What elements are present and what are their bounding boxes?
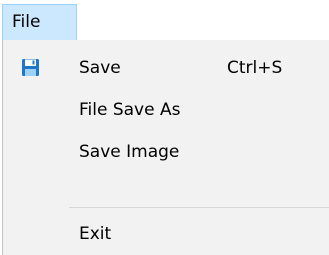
menu-item-save-image[interactable]: Save Image [3,131,329,173]
app-window: File Save Ctrl+S File Save As Save Image… [0,0,329,255]
menu-file[interactable]: File [2,4,77,40]
menu-item-exit[interactable]: Exit [3,213,329,255]
menu-separator [69,207,329,208]
menu-item-save-image-label: Save Image [79,142,180,162]
menu-item-save[interactable]: Save Ctrl+S [3,47,329,89]
menu-item-exit-label: Exit [79,224,112,244]
file-menu-dropdown: Save Ctrl+S File Save As Save Image Exit [2,40,329,255]
floppy-disk-icon [21,58,40,77]
menu-bar: File [0,0,329,41]
menu-item-file-save-as-label: File Save As [79,100,181,120]
menu-item-save-label: Save [79,58,121,78]
menu-item-save-shortcut: Ctrl+S [227,58,283,78]
menu-item-file-save-as[interactable]: File Save As [3,89,329,131]
